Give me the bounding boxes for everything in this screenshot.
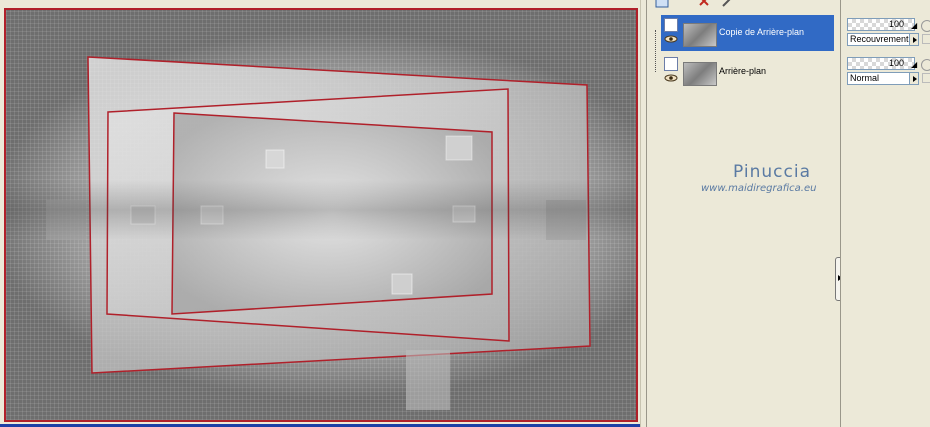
layer-state-icon [664,57,678,71]
watermark-url: www.maidiregrafica.eu [701,183,817,194]
delete-layer-icon[interactable] [697,0,711,8]
layer-name[interactable]: Arrière-plan [719,66,766,76]
opacity-field[interactable]: 100 [847,18,915,31]
layer-state-icon [664,18,678,32]
blend-mode-arrow-icon[interactable] [909,72,919,85]
properties-icon[interactable] [721,0,735,8]
layers-toolbar [647,0,841,10]
visibility-eye-icon[interactable] [664,35,678,43]
panel-inner [171,112,493,315]
opacity-field[interactable]: 100 [847,57,915,70]
layer-properties-row: 100 ◢ Normal [847,57,930,87]
layer-properties-panel: 100 ◢ Recouvrement 100 ◢ Normal [840,0,930,427]
layer-thumbnail[interactable] [683,23,717,47]
watermark-name: Pinuccia [733,162,811,182]
blend-mode-select[interactable]: Normal [847,72,918,85]
image-canvas[interactable] [4,8,638,422]
blend-mode-select[interactable]: Recouvrement [847,33,918,46]
opacity-slider-icon[interactable]: ◢ [911,60,917,69]
lock-icon[interactable] [922,73,930,83]
tree-connector [655,30,657,72]
layer-name[interactable]: Copie de Arrière-plan [719,27,804,37]
layer-thumbnail[interactable] [683,62,717,86]
opacity-slider-icon[interactable]: ◢ [911,21,917,30]
layer-row-copie-arriere-plan[interactable]: Copie de Arrière-plan [661,15,834,51]
link-icon[interactable] [921,59,930,71]
layer-properties-row: 100 ◢ Recouvrement [847,18,930,48]
canvas-artwork [46,56,591,410]
canvas-area[interactable] [0,0,646,427]
new-layer-icon[interactable] [655,0,669,8]
layers-panel: Copie de Arrière-plan Arrière-plan Pinuc… [646,0,844,427]
link-icon[interactable] [921,20,930,32]
visibility-eye-icon[interactable] [664,74,678,82]
lock-icon[interactable] [922,34,930,44]
layer-row-arriere-plan[interactable]: Arrière-plan [661,54,834,90]
blend-mode-arrow-icon[interactable] [909,33,919,46]
